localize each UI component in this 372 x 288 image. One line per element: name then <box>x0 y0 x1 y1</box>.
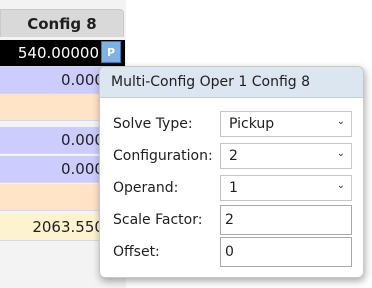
scale-factor-label: Scale Factor: <box>113 212 203 228</box>
solve-type-label: Solve Type: <box>113 116 193 132</box>
configuration-row: Configuration: 2 ⌄ <box>113 142 355 170</box>
offset-row: Offset: <box>113 237 355 267</box>
column-header-label: Config 8 <box>27 14 97 33</box>
operand-select[interactable]: 1 ⌄ <box>220 175 352 201</box>
solve-type-button-label: P <box>106 45 116 59</box>
scale-factor-input[interactable] <box>220 205 352 235</box>
popup-title: Multi-Config Oper 1 Config 8 <box>100 67 363 98</box>
offset-label: Offset: <box>113 244 160 260</box>
solve-type-value: Pickup <box>229 116 275 132</box>
chevron-down-icon: ⌄ <box>336 148 345 159</box>
solve-type-button[interactable]: P <box>101 41 121 63</box>
solve-type-select[interactable]: Pickup ⌄ <box>220 111 352 137</box>
solve-popup: Multi-Config Oper 1 Config 8 Solve Type:… <box>99 66 364 278</box>
configuration-select[interactable]: 2 ⌄ <box>220 143 352 169</box>
column-header-config-8[interactable]: Config 8 <box>0 9 124 37</box>
operand-label: Operand: <box>113 180 179 196</box>
offset-input[interactable] <box>220 237 352 267</box>
chevron-down-icon: ⌄ <box>336 116 345 127</box>
configuration-label: Configuration: <box>113 148 213 164</box>
solve-type-row: Solve Type: Pickup ⌄ <box>113 110 355 138</box>
chevron-down-icon: ⌄ <box>336 180 345 191</box>
operand-row: Operand: 1 ⌄ <box>113 174 355 202</box>
operand-value: 1 <box>229 180 238 196</box>
scale-factor-row: Scale Factor: <box>113 205 355 235</box>
grid-cell-value: 540.00000 <box>17 44 99 62</box>
configuration-value: 2 <box>229 148 238 164</box>
